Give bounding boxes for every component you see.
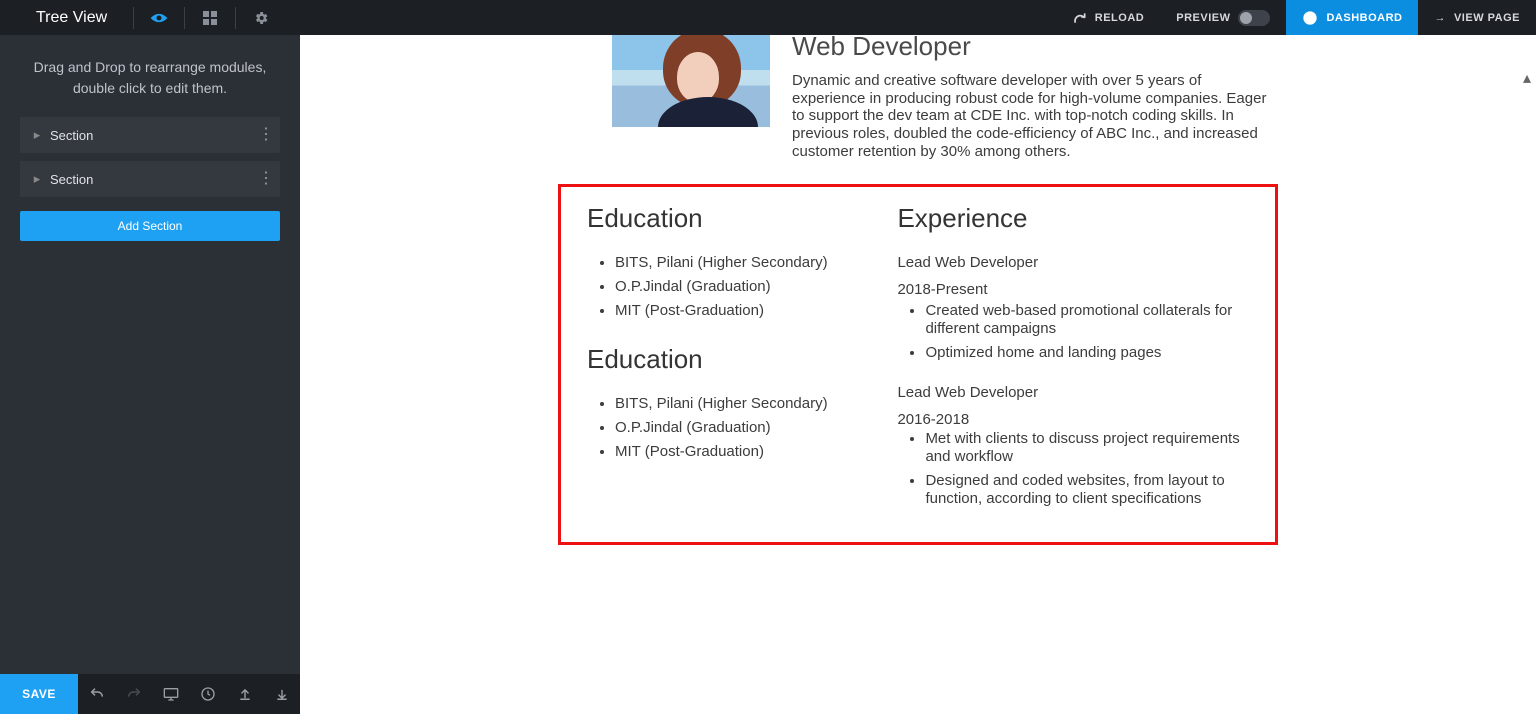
undo-icon[interactable]: [78, 674, 115, 714]
job-bullets: Met with clients to discuss project requ…: [897, 430, 1249, 508]
dashboard-label: DASHBOARD: [1326, 12, 1402, 24]
left-column: Education BITS, Pilani (Higher Secondary…: [587, 203, 857, 518]
education-heading: Education: [587, 203, 857, 234]
add-section-button[interactable]: Add Section: [20, 211, 280, 241]
dashboard-button[interactable]: DASHBOARD: [1286, 0, 1418, 35]
caret-right-icon[interactable]: ▸: [30, 171, 44, 187]
more-icon[interactable]: ⋮: [258, 161, 272, 197]
top-toolbar: Tree View RELOAD PREVIEW DASHBOARD → VIE…: [0, 0, 1536, 35]
download-icon[interactable]: [263, 674, 300, 714]
job-title: Lead Web Developer: [897, 254, 1249, 271]
tree-view-icon[interactable]: [134, 0, 184, 35]
list-item: O.P.Jindal (Graduation): [615, 419, 857, 437]
list-item: MIT (Post-Graduation): [615, 302, 857, 320]
list-item: BITS, Pilani (Higher Secondary): [615, 395, 857, 413]
summary-text: Dynamic and creative software developer …: [792, 72, 1278, 160]
preview-label: PREVIEW: [1176, 12, 1230, 24]
intro-block: Web Developer Dynamic and creative softw…: [792, 35, 1278, 160]
job-period: 2018-Present: [897, 281, 1249, 298]
list-item: Created web-based promotional collateral…: [925, 302, 1249, 338]
desktop-icon[interactable]: [152, 674, 189, 714]
history-icon[interactable]: [189, 674, 226, 714]
panel-title: Tree View: [0, 9, 133, 27]
preview-switch-icon[interactable]: [1238, 10, 1270, 26]
scroll-up-icon[interactable]: ▴: [1520, 71, 1534, 85]
sidebar-hint: Drag and Drop to rearrange modules, doub…: [20, 47, 280, 117]
list-item: Optimized home and landing pages: [925, 344, 1249, 362]
resume-header: Web Developer Dynamic and creative softw…: [612, 35, 1278, 160]
education-heading: Education: [587, 344, 857, 375]
preview-toggle[interactable]: PREVIEW: [1160, 0, 1286, 35]
tree-sidebar: Drag and Drop to rearrange modules, doub…: [0, 35, 300, 674]
job-title: Lead Web Developer: [897, 384, 1249, 401]
experience-heading: Experience: [897, 203, 1249, 234]
education-list: BITS, Pilani (Higher Secondary) O.P.Jind…: [587, 395, 857, 461]
list-item: Designed and coded websites, from layout…: [925, 472, 1249, 508]
save-button[interactable]: SAVE: [0, 674, 78, 714]
settings-icon[interactable]: [236, 0, 286, 35]
job-period: 2016-2018: [897, 411, 1249, 428]
list-item: Met with clients to discuss project requ…: [925, 430, 1249, 466]
avatar-image: [612, 35, 770, 127]
bottom-toolbar: SAVE: [0, 674, 300, 714]
grid-view-icon[interactable]: [185, 0, 235, 35]
list-item: MIT (Post-Graduation): [615, 443, 857, 461]
arrow-right-icon: →: [1434, 12, 1446, 24]
view-page-button[interactable]: → VIEW PAGE: [1418, 0, 1536, 35]
caret-right-icon[interactable]: ▸: [30, 127, 44, 143]
list-item: O.P.Jindal (Graduation): [615, 278, 857, 296]
more-icon[interactable]: ⋮: [258, 117, 272, 153]
education-list: BITS, Pilani (Higher Secondary) O.P.Jind…: [587, 254, 857, 320]
reload-button[interactable]: RELOAD: [1057, 0, 1160, 35]
tree-node-label: Section: [50, 172, 93, 187]
job-bullets: Created web-based promotional collateral…: [897, 302, 1249, 362]
list-item: BITS, Pilani (Higher Secondary): [615, 254, 857, 272]
page-content: Web Developer Dynamic and creative softw…: [558, 35, 1278, 545]
selected-section[interactable]: Education BITS, Pilani (Higher Secondary…: [558, 184, 1278, 545]
upload-icon[interactable]: [226, 674, 263, 714]
tree-node-label: Section: [50, 128, 93, 143]
tree-node-section[interactable]: ▸ Section ⋮: [20, 117, 280, 153]
view-page-label: VIEW PAGE: [1454, 12, 1520, 24]
reload-label: RELOAD: [1095, 12, 1144, 24]
right-column: Experience Lead Web Developer 2018-Prese…: [897, 203, 1249, 518]
role-heading: Web Developer: [792, 35, 1278, 62]
redo-icon[interactable]: [115, 674, 152, 714]
tree-node-section[interactable]: ▸ Section ⋮: [20, 161, 280, 197]
editor-canvas[interactable]: ▴ Web Developer Dynamic and creative sof…: [300, 35, 1536, 714]
